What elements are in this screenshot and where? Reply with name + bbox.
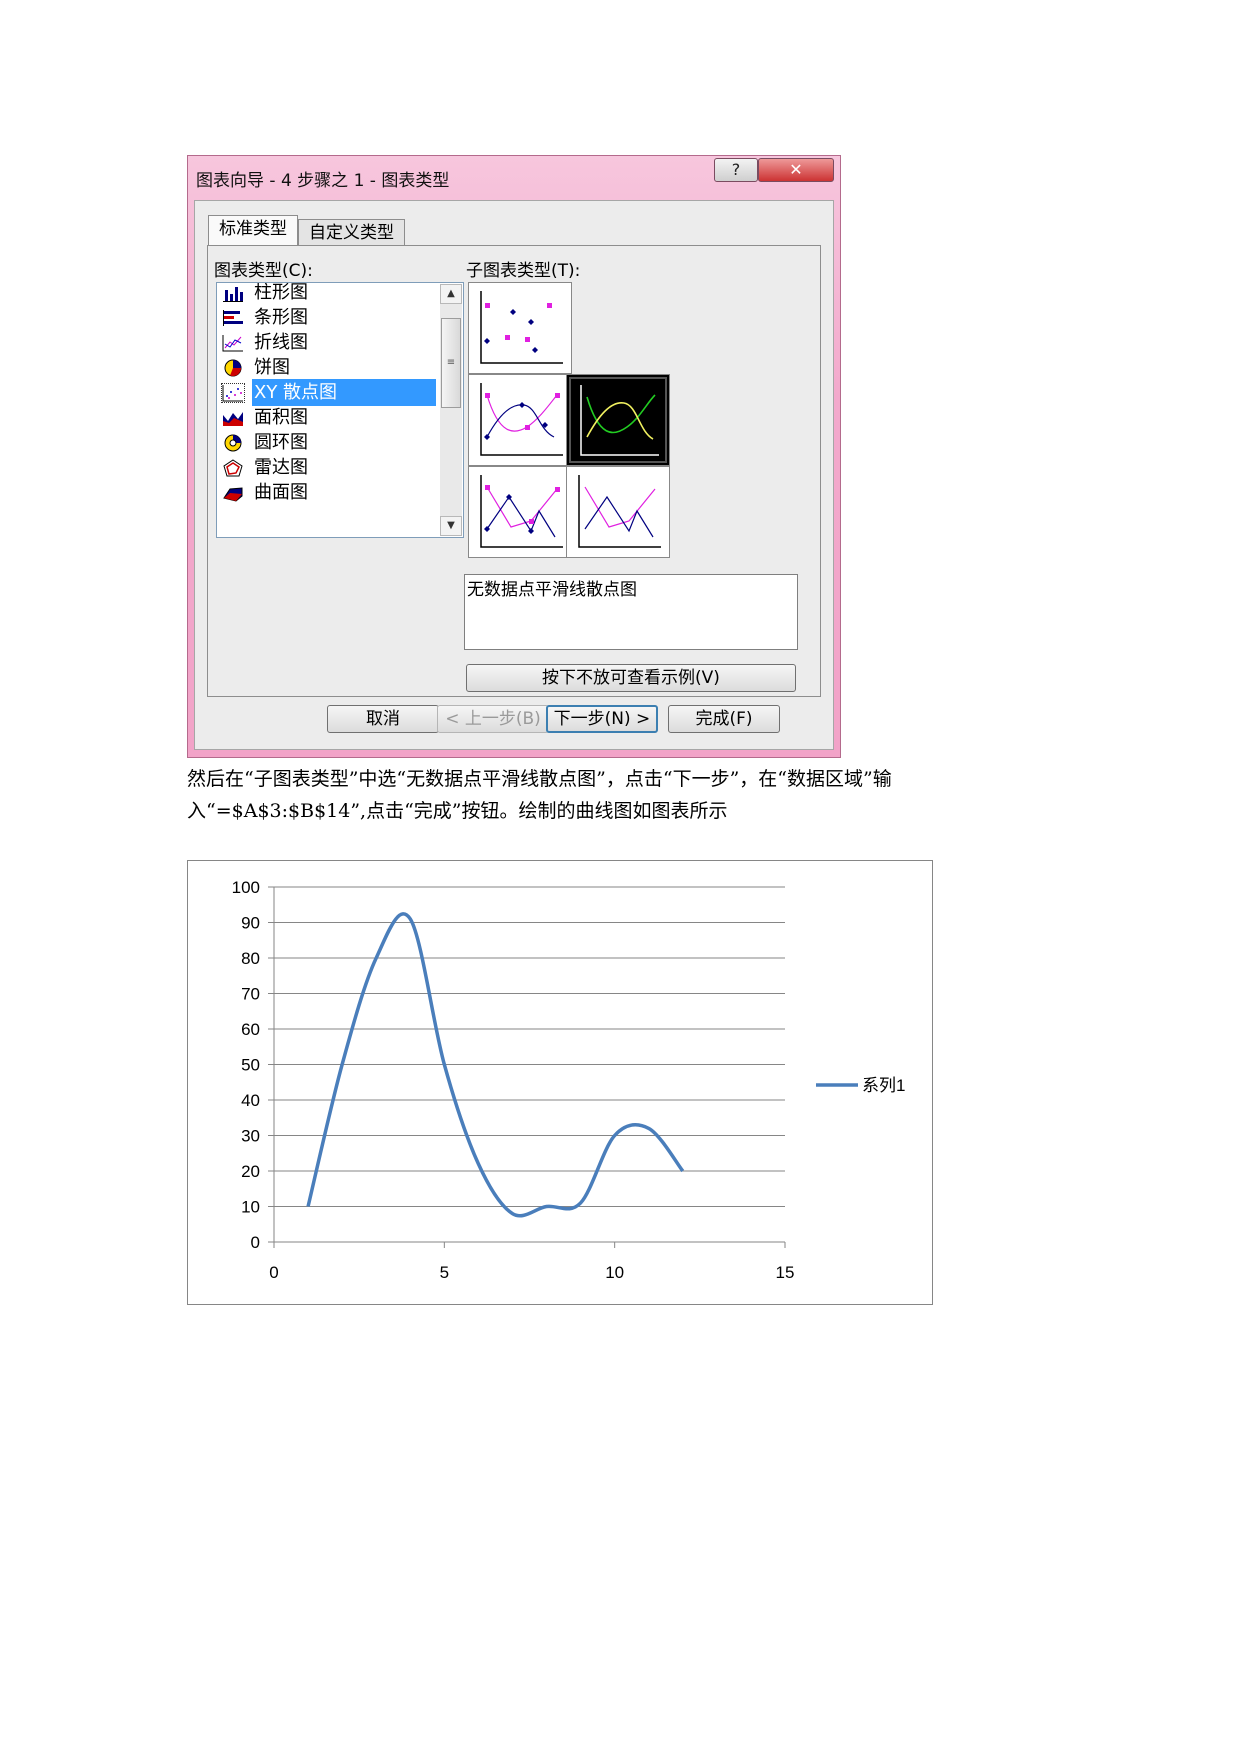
list-item-label: 折线图 (254, 332, 308, 353)
y-tick-label: 90 (241, 914, 260, 933)
line-chart-icon (222, 335, 243, 352)
y-tick-label: 70 (241, 985, 260, 1004)
help-button[interactable]: ? (714, 158, 758, 182)
body-text-line: 然后在“子图表类型”中选“无数据点平滑线散点图”，点击“下一步”，在“数据区域”… (187, 768, 892, 790)
list-item-selected[interactable]: XY 散点图 (219, 379, 436, 406)
list-item[interactable]: 圆环图 (219, 429, 435, 456)
subtype-straight-markers[interactable] (468, 466, 572, 558)
subtype-label: 子图表类型(T): (466, 261, 581, 281)
y-tick-label: 20 (241, 1162, 260, 1181)
scatter-chart: 0 10 20 30 40 50 60 70 80 90 100 0 5 10 15 系列1 (187, 860, 933, 1305)
bar-chart-icon (223, 310, 243, 326)
y-tick-label: 50 (241, 1056, 260, 1075)
subtype-smooth-markers[interactable] (468, 374, 572, 466)
chart-canvas: 0 10 20 30 40 50 60 70 80 90 100 0 5 10 15 系列1 (232, 878, 906, 1282)
finish-button[interactable]: 完成(F) (668, 705, 780, 733)
list-item[interactable]: 条形图 (219, 304, 435, 331)
list-item-label: 饼图 (254, 357, 290, 378)
y-tick-label: 30 (241, 1127, 260, 1146)
list-item-label: 圆环图 (254, 432, 308, 453)
x-tick-label: 10 (605, 1263, 624, 1282)
list-item[interactable]: 折线图 (219, 329, 435, 356)
dialog-titlebar: 图表向导 - 4 步骤之 1 - 图表类型 ? ✕ (188, 156, 840, 194)
scatter-chart-icon (221, 383, 245, 403)
list-item[interactable]: 饼图 (219, 354, 435, 381)
scroll-down-icon[interactable]: ▼ (440, 516, 462, 536)
tab-panel: 图表类型(C): 柱形图 条形图 折线图 饼图 XY 散点图 面积图 圆环图 雷… (207, 245, 821, 697)
subtype-straight-no-markers[interactable] (566, 466, 670, 558)
list-item-label: 柱形图 (254, 282, 308, 303)
tab-custom-types[interactable]: 自定义类型 (298, 219, 405, 247)
chart-type-label: 图表类型(C): (214, 261, 313, 281)
chart-wizard-dialog: 图表向导 - 4 步骤之 1 - 图表类型 ? ✕ 标准类型 自定义类型 图表类… (187, 155, 841, 758)
subtype-smooth-no-markers[interactable] (566, 374, 670, 466)
list-item-label: 条形图 (254, 307, 308, 328)
radar-chart-icon (223, 459, 243, 477)
list-scrollbar[interactable]: ▲ ≡ ▼ (440, 284, 462, 536)
list-item-label: 雷达图 (254, 457, 308, 478)
legend-label: 系列1 (862, 1076, 905, 1095)
x-tick-label: 5 (440, 1263, 449, 1282)
list-item[interactable]: 面积图 (219, 404, 435, 431)
y-tick-label: 100 (232, 878, 260, 897)
smooth-line-markers-icon (480, 383, 563, 456)
y-tick-label: 80 (241, 949, 260, 968)
scroll-up-icon[interactable]: ▲ (440, 284, 462, 304)
next-button[interactable]: 下一步(N) > (546, 705, 658, 733)
y-tick-label: 40 (241, 1091, 260, 1110)
list-item-label: 曲面图 (254, 482, 308, 503)
y-tick-label: 10 (241, 1198, 260, 1217)
close-button[interactable]: ✕ (758, 158, 834, 182)
chart-type-listbox[interactable]: 柱形图 条形图 折线图 饼图 XY 散点图 面积图 圆环图 雷达图 曲面图 ▲ … (216, 282, 464, 538)
subtype-scatter-markers[interactable] (468, 282, 572, 374)
dialog-title: 图表向导 - 4 步骤之 1 - 图表类型 (196, 171, 450, 191)
y-tick-label: 0 (251, 1233, 260, 1252)
y-tick-label: 60 (241, 1020, 260, 1039)
list-item-label: 面积图 (254, 407, 308, 428)
scroll-thumb[interactable]: ≡ (441, 318, 461, 408)
subtype-description: 无数据点平滑线散点图 (464, 574, 798, 650)
body-text-line: 入“=$A$3:$B$14”,点击“完成”按钮。绘制的曲线图如图表所示 (187, 800, 728, 822)
pie-chart-icon (224, 359, 242, 377)
dialog-client-area: 标准类型 自定义类型 图表类型(C): 柱形图 条形图 折线图 饼图 XY 散点… (194, 200, 834, 750)
smooth-line-icon (580, 385, 659, 456)
doughnut-chart-icon (224, 434, 242, 452)
tab-standard-types[interactable]: 标准类型 (208, 215, 298, 247)
back-button[interactable]: < 上一步(B) (437, 705, 549, 733)
area-chart-icon (223, 412, 243, 426)
straight-line-icon (578, 475, 661, 548)
list-item[interactable]: 曲面图 (219, 479, 435, 506)
list-item[interactable]: 柱形图 (219, 282, 435, 306)
x-tick-label: 15 (776, 1263, 795, 1282)
cancel-button[interactable]: 取消 (327, 705, 439, 733)
x-tick-label: 0 (269, 1263, 278, 1282)
list-item-label: XY 散点图 (252, 379, 436, 406)
scatter-markers-icon (480, 291, 563, 364)
list-item[interactable]: 雷达图 (219, 454, 435, 481)
column-chart-icon (223, 287, 243, 302)
surface-chart-icon (223, 487, 243, 502)
preview-sample-button[interactable]: 按下不放可查看示例(V) (466, 664, 796, 692)
straight-line-markers-icon (480, 475, 563, 548)
